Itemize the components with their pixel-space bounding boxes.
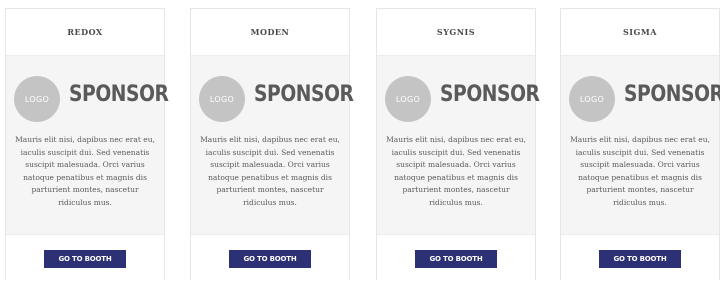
logo-placeholder: LOGO — [569, 76, 615, 122]
card-body: LOGO SPONSOR Mauris elit nisi, dapibus n… — [377, 56, 540, 234]
card-footer: GO TO BOOTH — [6, 234, 164, 282]
sponsor-card-redox: REDOX LOGO SPONSOR Mauris elit nisi, dap… — [5, 8, 169, 282]
sponsor-card-sigma: SIGMA LOGO SPONSOR Mauris elit nisi, dap… — [560, 8, 720, 282]
sponsor-cards: REDOX LOGO SPONSOR Mauris elit nisi, dap… — [0, 0, 720, 282]
go-to-booth-button[interactable]: GO TO BOOTH — [44, 249, 126, 268]
card-title: REDOX — [6, 9, 164, 56]
logo-placeholder: LOGO — [14, 76, 60, 122]
sponsor-row: LOGO SPONSOR — [377, 76, 540, 128]
sponsor-card-sygnis: SYGNIS LOGO SPONSOR Mauris elit nisi, da… — [376, 8, 540, 282]
sponsor-card-moden: MODEN LOGO SPONSOR Mauris elit nisi, dap… — [190, 8, 354, 282]
card-body: LOGO SPONSOR Mauris elit nisi, dapibus n… — [6, 56, 169, 234]
card-title: MODEN — [191, 9, 349, 56]
sponsor-row: LOGO SPONSOR — [191, 76, 354, 128]
go-to-booth-button[interactable]: GO TO BOOTH — [229, 249, 311, 268]
logo-placeholder: LOGO — [385, 76, 431, 122]
card-footer: GO TO BOOTH — [377, 234, 535, 282]
sponsor-description: Mauris elit nisi, dapibus nec erat eu, i… — [386, 135, 526, 207]
card-footer: GO TO BOOTH — [561, 234, 719, 282]
card-body: LOGO SPONSOR Mauris elit nisi, dapibus n… — [561, 56, 720, 234]
sponsor-description: Mauris elit nisi, dapibus nec erat eu, i… — [15, 135, 155, 207]
sponsor-heading: SPONSOR — [624, 82, 720, 107]
go-to-booth-button[interactable]: GO TO BOOTH — [599, 249, 681, 268]
card-title: SYGNIS — [377, 9, 535, 56]
card-title: SIGMA — [561, 9, 719, 56]
sponsor-heading: SPONSOR — [440, 82, 540, 107]
sponsor-description: Mauris elit nisi, dapibus nec erat eu, i… — [570, 135, 710, 207]
card-footer: GO TO BOOTH — [191, 234, 349, 282]
sponsor-heading: SPONSOR — [254, 82, 354, 107]
card-body: LOGO SPONSOR Mauris elit nisi, dapibus n… — [191, 56, 354, 234]
go-to-booth-button[interactable]: GO TO BOOTH — [415, 249, 497, 268]
sponsor-row: LOGO SPONSOR — [6, 76, 169, 128]
sponsor-heading: SPONSOR — [69, 82, 169, 107]
sponsor-description: Mauris elit nisi, dapibus nec erat eu, i… — [200, 135, 340, 207]
logo-placeholder: LOGO — [199, 76, 245, 122]
sponsor-row: LOGO SPONSOR — [561, 76, 720, 128]
